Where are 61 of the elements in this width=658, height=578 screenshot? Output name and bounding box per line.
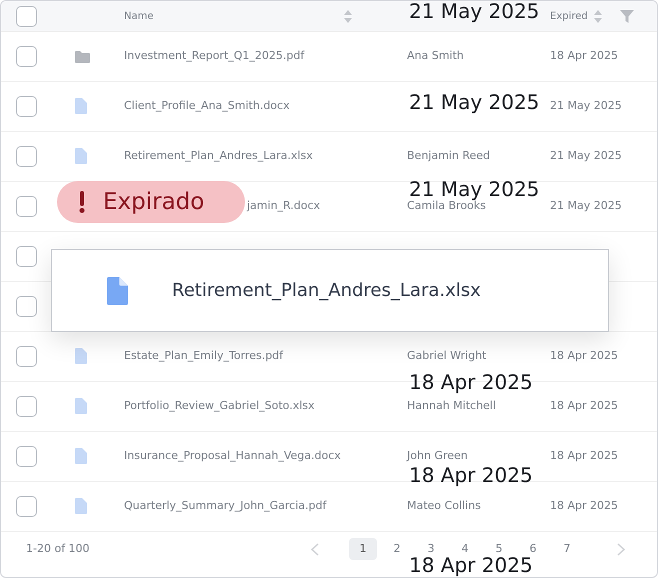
page-button[interactable]: 1 [349, 538, 377, 560]
expiry-date: 18 Apr 2025 [550, 448, 618, 464]
file-icon [75, 498, 87, 514]
file-icon [75, 98, 87, 114]
checkbox[interactable] [16, 246, 37, 267]
file-icon [75, 148, 87, 164]
owner-name: John Green [407, 449, 468, 462]
checkbox[interactable] [16, 46, 37, 67]
file-name: jamin_R.docx [247, 199, 320, 212]
file-name: Investment_Report_Q1_2025.pdf [124, 49, 304, 62]
file-icon [75, 448, 87, 464]
owner-name: Hannah Mitchell [407, 399, 496, 412]
owner-name: Mateo Collins [407, 499, 481, 512]
previous-page-icon [311, 542, 319, 556]
sort-icon [344, 10, 352, 22]
expiry-date: 18 Apr 2025 [550, 48, 618, 64]
badge-label: Expirado [103, 188, 204, 217]
owner-name: Ana Smith [407, 49, 464, 62]
file-icon [107, 276, 128, 304]
checkbox[interactable] [16, 396, 37, 417]
file-name: Retirement_Plan_Andres_Lara.xlsx [124, 149, 313, 162]
checkbox[interactable] [16, 196, 37, 217]
file-name: Quarterly_Summary_John_Garcia.pdf [124, 499, 326, 512]
owner-name: Gabriel Wright [407, 349, 486, 362]
date-label: 21 May 2025 [409, 92, 540, 112]
checkbox[interactable] [16, 446, 37, 467]
next-page-icon [617, 542, 625, 556]
owner-name: Camila Brooks [407, 199, 486, 212]
file-icon [75, 398, 87, 414]
file-name: Client_Profile_Ana_Smith.docx [124, 99, 290, 112]
checkbox[interactable] [16, 346, 37, 367]
checkbox[interactable] [16, 146, 37, 167]
expiry-date: 21 May 2025 [550, 148, 622, 164]
date-label: 18 Apr 2025 [409, 372, 533, 392]
checkbox[interactable] [16, 296, 37, 317]
file-name: Portfolio_Review_Gabriel_Soto.xlsx [124, 399, 315, 412]
filter-icon [620, 10, 634, 22]
file-icon [75, 348, 87, 364]
checkbox[interactable] [16, 96, 37, 117]
checkbox[interactable] [16, 6, 37, 26]
column-header: Expired [550, 10, 588, 24]
page-button[interactable]: 2 [383, 538, 411, 560]
date-label: 18 Apr 2025 [409, 465, 533, 485]
file-name: Retirement_Plan_Andres_Lara.xlsx [172, 279, 481, 303]
folder-icon [75, 50, 90, 63]
date-label: 21 May 2025 [409, 1, 540, 21]
file-name: Estate_Plan_Emily_Torres.pdf [124, 349, 284, 362]
page-range: 1-20 of 100 [26, 540, 91, 557]
expiry-date: 21 May 2025 [550, 98, 622, 114]
expiry-date: 21 May 2025 [550, 198, 622, 214]
owner-name: Benjamin Reed [407, 149, 490, 162]
expiry-date: 18 Apr 2025 [550, 398, 618, 414]
sort-icon [594, 10, 602, 22]
expiry-date: 18 Apr 2025 [550, 348, 618, 364]
expiry-date: 18 Apr 2025 [550, 498, 618, 514]
page-button[interactable]: 7 [553, 538, 581, 560]
date-label: 21 May 2025 [409, 179, 540, 199]
file-name: Insurance_Proposal_Hannah_Vega.docx [124, 449, 341, 462]
exclamation-icon [79, 191, 85, 213]
checkbox[interactable] [16, 496, 37, 517]
column-header: Name [124, 10, 154, 24]
